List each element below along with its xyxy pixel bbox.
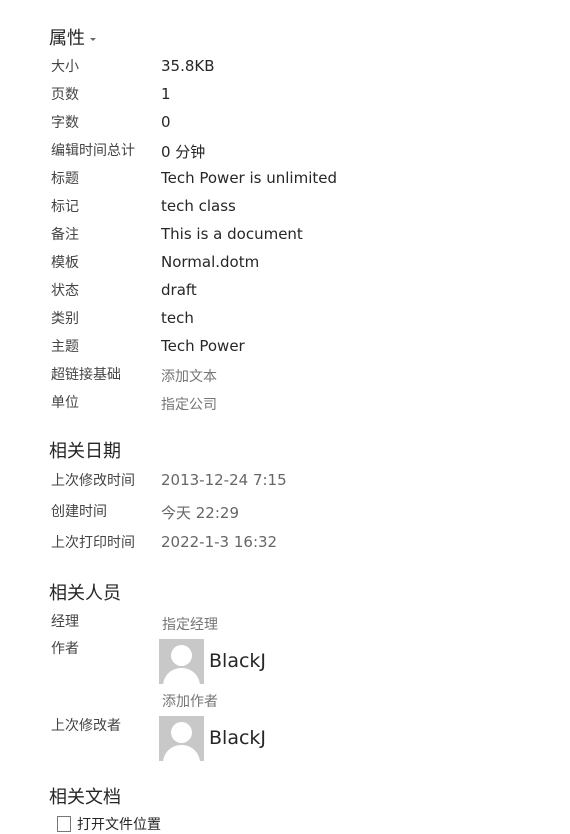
last-modified-by-name[interactable]: BlackJ	[209, 727, 266, 749]
prop-value-title[interactable]: Tech Power is unlimited	[161, 169, 337, 187]
prop-label-tags: 标记	[51, 199, 79, 215]
properties-title: 属性	[49, 28, 85, 49]
date-value-printed: 2022-1-3 16:32	[161, 533, 278, 551]
author-label: 作者	[51, 641, 79, 657]
prop-label-company: 单位	[51, 395, 79, 411]
person-placeholder-icon	[159, 639, 204, 684]
date-label-modified: 上次修改时间	[51, 473, 135, 489]
prop-value-tags[interactable]: tech class	[161, 197, 236, 215]
last-modified-by-label: 上次修改者	[51, 718, 121, 734]
prop-label-size: 大小	[51, 59, 79, 75]
open-file-location-link[interactable]: 打开文件位置	[77, 814, 161, 834]
prop-label-hyperlink-base: 超链接基础	[51, 367, 121, 383]
add-author-link[interactable]: 添加作者	[162, 691, 218, 711]
prop-value-pages: 1	[161, 85, 171, 103]
prop-input-company[interactable]: 指定公司	[161, 394, 217, 414]
author-name[interactable]: BlackJ	[209, 650, 266, 672]
prop-value-category[interactable]: tech	[161, 309, 194, 327]
prop-value-status[interactable]: draft	[161, 281, 197, 299]
related-dates-title: 相关日期	[49, 441, 121, 462]
related-people-title: 相关人员	[49, 583, 121, 604]
prop-label-title: 标题	[51, 171, 79, 187]
properties-header[interactable]: 属性	[49, 24, 96, 50]
prop-label-words: 字数	[51, 115, 79, 131]
manager-input[interactable]: 指定经理	[162, 614, 218, 634]
prop-value-edit-time: 0 分钟	[161, 143, 206, 161]
prop-label-template: 模板	[51, 255, 79, 271]
person-placeholder-icon	[159, 716, 204, 761]
prop-value-size: 35.8KB	[161, 57, 215, 75]
related-docs-title: 相关文档	[49, 787, 121, 808]
manager-label: 经理	[51, 614, 79, 630]
prop-label-pages: 页数	[51, 87, 79, 103]
date-value-modified: 2013-12-24 7:15	[161, 471, 287, 489]
prop-label-comments: 备注	[51, 227, 79, 243]
date-label-printed: 上次打印时间	[51, 535, 135, 551]
document-icon	[57, 816, 71, 832]
date-value-created: 今天 22:29	[161, 504, 239, 522]
caret-down-icon	[90, 37, 96, 41]
prop-label-category: 类别	[51, 311, 79, 327]
prop-label-edit-time: 编辑时间总计	[51, 143, 135, 159]
prop-value-comments[interactable]: This is a document	[161, 225, 303, 243]
prop-value-words: 0	[161, 113, 171, 131]
prop-label-status: 状态	[51, 283, 79, 299]
prop-label-subject: 主题	[51, 339, 79, 355]
prop-value-template: Normal.dotm	[161, 253, 260, 271]
prop-input-hyperlink-base[interactable]: 添加文本	[161, 366, 217, 386]
prop-value-subject[interactable]: Tech Power	[161, 337, 245, 355]
date-label-created: 创建时间	[51, 504, 107, 520]
